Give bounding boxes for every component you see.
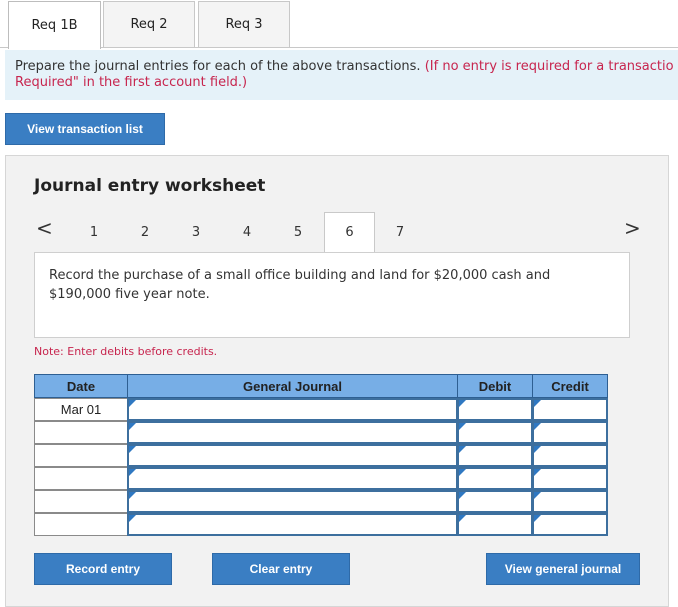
- credit-input[interactable]: [532, 398, 608, 421]
- page-2[interactable]: 2: [121, 212, 169, 252]
- account-input[interactable]: [127, 444, 458, 467]
- page-1[interactable]: 1: [70, 212, 118, 252]
- clear-entry-button[interactable]: Clear entry: [212, 553, 350, 585]
- dropdown-indicator-icon: [459, 400, 466, 407]
- credit-input[interactable]: [532, 421, 608, 444]
- date-cell: [34, 467, 128, 490]
- page-7[interactable]: 7: [376, 212, 424, 252]
- next-arrow-icon[interactable]: >: [624, 216, 641, 240]
- date-cell: [34, 513, 128, 536]
- view-general-journal-button[interactable]: View general journal: [486, 553, 640, 585]
- page-6[interactable]: 6: [324, 212, 375, 252]
- dropdown-indicator-icon: [459, 492, 466, 499]
- dropdown-indicator-icon: [534, 400, 541, 407]
- date-cell: [34, 444, 128, 467]
- credit-input[interactable]: [532, 467, 608, 490]
- tab-label: Req 3: [225, 17, 263, 32]
- credit-input[interactable]: [532, 513, 608, 536]
- instruction-note: (If no entry is required for a transacti…: [424, 59, 674, 74]
- tab-req-1b[interactable]: Req 1B: [8, 1, 101, 49]
- instruction-note-continued: Required" in the first account field.): [15, 75, 248, 90]
- tab-label: Req 2: [130, 17, 168, 32]
- page-3[interactable]: 3: [172, 212, 220, 252]
- account-input[interactable]: [127, 490, 458, 513]
- account-input[interactable]: [127, 398, 458, 421]
- debit-input[interactable]: [457, 513, 533, 536]
- dropdown-indicator-icon: [129, 400, 136, 407]
- date-cell: [34, 421, 128, 444]
- description-line: $190,000 five year note.: [49, 287, 210, 302]
- instruction-banner: Prepare the journal entries for each of …: [5, 50, 678, 100]
- date-cell: [34, 490, 128, 513]
- dropdown-indicator-icon: [534, 446, 541, 453]
- page-5[interactable]: 5: [274, 212, 322, 252]
- dropdown-indicator-icon: [534, 469, 541, 476]
- dropdown-indicator-icon: [459, 515, 466, 522]
- tab-req-2[interactable]: Req 2: [103, 1, 195, 47]
- credit-column-header: Credit: [532, 374, 608, 398]
- dropdown-indicator-icon: [129, 492, 136, 499]
- dropdown-indicator-icon: [459, 446, 466, 453]
- tab-req-3[interactable]: Req 3: [198, 1, 290, 47]
- account-input[interactable]: [127, 421, 458, 444]
- debit-input[interactable]: [457, 490, 533, 513]
- description-line: Record the purchase of a small office bu…: [49, 268, 551, 283]
- debit-credit-note: Note: Enter debits before credits.: [34, 345, 218, 358]
- dropdown-indicator-icon: [459, 423, 466, 430]
- date-column-header: Date: [34, 374, 128, 398]
- dropdown-indicator-icon: [534, 492, 541, 499]
- debit-input[interactable]: [457, 444, 533, 467]
- dropdown-indicator-icon: [129, 515, 136, 522]
- dropdown-indicator-icon: [129, 469, 136, 476]
- prev-arrow-icon[interactable]: <: [36, 216, 53, 240]
- dropdown-indicator-icon: [129, 446, 136, 453]
- account-input[interactable]: [127, 467, 458, 490]
- account-input[interactable]: [127, 513, 458, 536]
- general-journal-column-header: General Journal: [127, 374, 458, 398]
- debit-input[interactable]: [457, 398, 533, 421]
- worksheet-title: Journal entry worksheet: [34, 176, 266, 196]
- tab-label: Req 1B: [31, 18, 78, 33]
- view-transaction-list-button[interactable]: View transaction list: [5, 113, 165, 145]
- dropdown-indicator-icon: [534, 423, 541, 430]
- tab-bar-divider: [0, 47, 678, 48]
- dropdown-indicator-icon: [129, 423, 136, 430]
- debit-input[interactable]: [457, 467, 533, 490]
- page-4[interactable]: 4: [223, 212, 271, 252]
- dropdown-indicator-icon: [459, 469, 466, 476]
- instruction-text: Prepare the journal entries for each of …: [15, 59, 421, 74]
- credit-input[interactable]: [532, 444, 608, 467]
- date-cell: Mar 01: [34, 398, 128, 421]
- credit-input[interactable]: [532, 490, 608, 513]
- dropdown-indicator-icon: [534, 515, 541, 522]
- debit-input[interactable]: [457, 421, 533, 444]
- record-entry-button[interactable]: Record entry: [34, 553, 172, 585]
- transaction-description: Record the purchase of a small office bu…: [34, 252, 630, 338]
- debit-column-header: Debit: [457, 374, 533, 398]
